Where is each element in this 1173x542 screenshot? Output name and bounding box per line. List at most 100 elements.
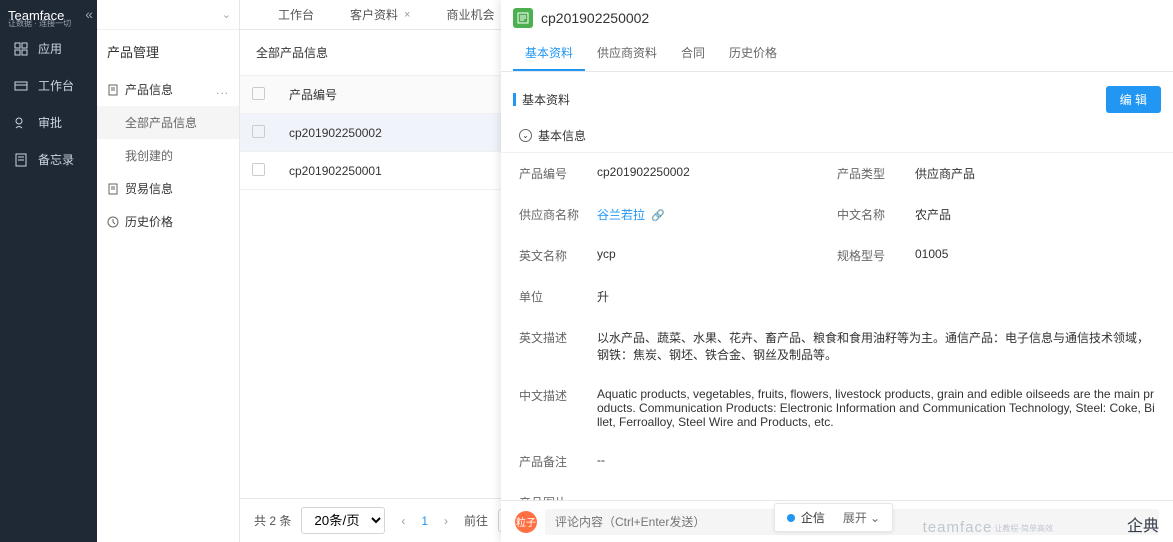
nav-label: 应用 (38, 40, 62, 57)
row-checkbox[interactable] (252, 125, 265, 138)
tree-item-4[interactable]: 历史价格 (97, 205, 239, 238)
goto-label: 前往 (464, 512, 488, 529)
field-pair: 产品编号cp201902250002 (519, 165, 837, 182)
detail-body: 产品编号cp201902250002产品类型 供应商产品供应商名称 谷兰若拉🔗中文名… (501, 153, 1173, 500)
left-nav: Teamface 让数据 · 连接一切 « 应用工作台审批备忘录 (0, 0, 97, 542)
tab-0[interactable]: 工作台 (268, 0, 324, 29)
field-row: 产品图片-- (519, 482, 1155, 500)
chat-label: 企信 (801, 509, 825, 526)
section-bar (513, 93, 516, 106)
more-icon[interactable]: ... (216, 83, 229, 97)
current-page[interactable]: 1 (421, 514, 428, 528)
field-label: 供应商名称 (519, 206, 579, 223)
workbench-icon (14, 79, 28, 93)
field-pair: 产品类型 供应商产品 (837, 165, 1155, 182)
field-label: 产品类型 (837, 165, 897, 182)
nav-item-0[interactable]: 应用 (0, 30, 97, 67)
field-pair: 规格型号01005 (837, 247, 1155, 264)
chat-status-dot (787, 514, 795, 522)
row-checkbox[interactable] (252, 163, 265, 176)
tree-label: 我创建的 (125, 147, 173, 164)
detail-tab-0[interactable]: 基本资料 (513, 36, 585, 71)
field-label: 单位 (519, 288, 579, 305)
module-title: 产品管理 (97, 30, 239, 73)
tab-1[interactable]: 客户资料× (340, 0, 420, 29)
field-value: ycp (597, 247, 837, 264)
tree-label: 历史价格 (125, 213, 173, 230)
field-pair: 中文名称 农产品 (837, 206, 1155, 223)
logo-subtext: 让数据 · 连接一切 (8, 18, 71, 29)
nav-item-3[interactable]: 备忘录 (0, 141, 97, 178)
field-value: 以水产品、蔬菜、水果、花卉、畜产品、粮食和食用油籽等为主。通信产品：电子信息与通… (597, 329, 1155, 363)
field-row: 产品备注 -- (519, 441, 1155, 482)
tab-label: 工作台 (278, 6, 314, 23)
field-value: Aquatic products, vegetables, fruits, fl… (597, 387, 1155, 429)
module-switcher[interactable]: ⌄ (97, 0, 239, 30)
chevron-down-icon: ⌄ (222, 8, 231, 21)
tree-label: 产品信息 (125, 81, 173, 98)
avatar: 粒子 (515, 511, 537, 533)
memo-icon (14, 153, 28, 167)
chat-widget[interactable]: 企信 展开⌄ (774, 503, 893, 532)
document-icon (513, 8, 533, 28)
nav-item-2[interactable]: 审批 (0, 104, 97, 141)
field-row: 单位 升 (519, 276, 1155, 317)
nav-label: 备忘录 (38, 151, 74, 168)
detail-panel: cp201902250002 基本资料供应商资料合同历史价格 基本资料 编 辑 … (501, 0, 1173, 542)
logo-block: Teamface 让数据 · 连接一切 « (0, 0, 97, 30)
field-label: 产品编号 (519, 165, 579, 182)
section-title-row: 基本资料 编 辑 (501, 72, 1173, 119)
page-size-select[interactable]: 20条/页 (301, 507, 385, 534)
field-pair: 供应商名称 谷兰若拉🔗 (519, 206, 837, 223)
field-row: 英文名称 ycp规格型号01005 (519, 235, 1155, 276)
field-pair: 单位 升 (519, 288, 1155, 305)
field-label: 中文描述 (519, 387, 579, 429)
tree-item-0[interactable]: 产品信息... (97, 73, 239, 106)
field-label: 中文名称 (837, 206, 897, 223)
apps-icon (14, 42, 28, 56)
tree-item-3[interactable]: 贸易信息 (97, 172, 239, 205)
link-icon: 🔗 (651, 210, 665, 222)
tree-label: 全部产品信息 (125, 114, 197, 131)
prev-page-button[interactable]: ‹ (395, 511, 411, 531)
field-row: 英文描述以水产品、蔬菜、水果、花卉、畜产品、粮食和食用油籽等为主。通信产品：电子… (519, 317, 1155, 375)
subsection-header[interactable]: ⌄ 基本信息 (501, 119, 1173, 153)
field-row: 中文描述 Aquatic products, vegetables, fruits… (519, 375, 1155, 441)
field-value: 农产品 (915, 206, 1155, 223)
field-label: 产品备注 (519, 453, 579, 470)
nav-item-1[interactable]: 工作台 (0, 67, 97, 104)
detail-title: cp201902250002 (541, 10, 649, 26)
detail-tab-1[interactable]: 供应商资料 (585, 36, 669, 71)
tab-label: 商业机会 (446, 6, 494, 23)
field-row: 供应商名称 谷兰若拉🔗中文名称 农产品 (519, 194, 1155, 235)
detail-header: cp201902250002 (501, 0, 1173, 36)
detail-tab-2[interactable]: 合同 (669, 36, 717, 71)
field-value[interactable]: 谷兰若拉🔗 (597, 206, 837, 223)
detail-tabs: 基本资料供应商资料合同历史价格 (501, 36, 1173, 72)
chat-expand-button[interactable]: 展开⌄ (843, 509, 880, 526)
field-value: -- (597, 453, 1155, 470)
select-all-checkbox[interactable] (252, 87, 265, 100)
secondary-panel: ⌄ 产品管理 产品信息... 全部产品信息我创建的贸易信息历史价格 (97, 0, 240, 542)
nav-label: 工作台 (38, 77, 74, 94)
field-pair: 中文描述 Aquatic products, vegetables, fruits… (519, 387, 1155, 429)
total-count: 共 2 条 (254, 512, 291, 529)
field-value: 供应商产品 (915, 165, 1155, 182)
field-label: 英文描述 (519, 329, 579, 363)
field-value: 升 (597, 288, 1155, 305)
subsection-title: 基本信息 (538, 127, 586, 144)
collapse-nav-icon[interactable]: « (85, 6, 93, 22)
edit-button[interactable]: 编 辑 (1106, 86, 1161, 113)
field-label: 英文名称 (519, 247, 579, 264)
field-pair: 英文名称 ycp (519, 247, 837, 264)
next-page-button[interactable]: › (438, 511, 454, 531)
tree-item-1[interactable]: 全部产品信息 (97, 106, 239, 139)
tree-label: 贸易信息 (125, 180, 173, 197)
detail-tab-3[interactable]: 历史价格 (717, 36, 789, 71)
close-icon[interactable]: × (404, 9, 410, 21)
field-value: 01005 (915, 247, 1155, 264)
tree-item-2[interactable]: 我创建的 (97, 139, 239, 172)
collapse-icon: ⌄ (519, 129, 532, 142)
watermark-cn: 企典 (1127, 512, 1159, 536)
watermark: teamface让教程·简单高效 (923, 519, 1053, 536)
